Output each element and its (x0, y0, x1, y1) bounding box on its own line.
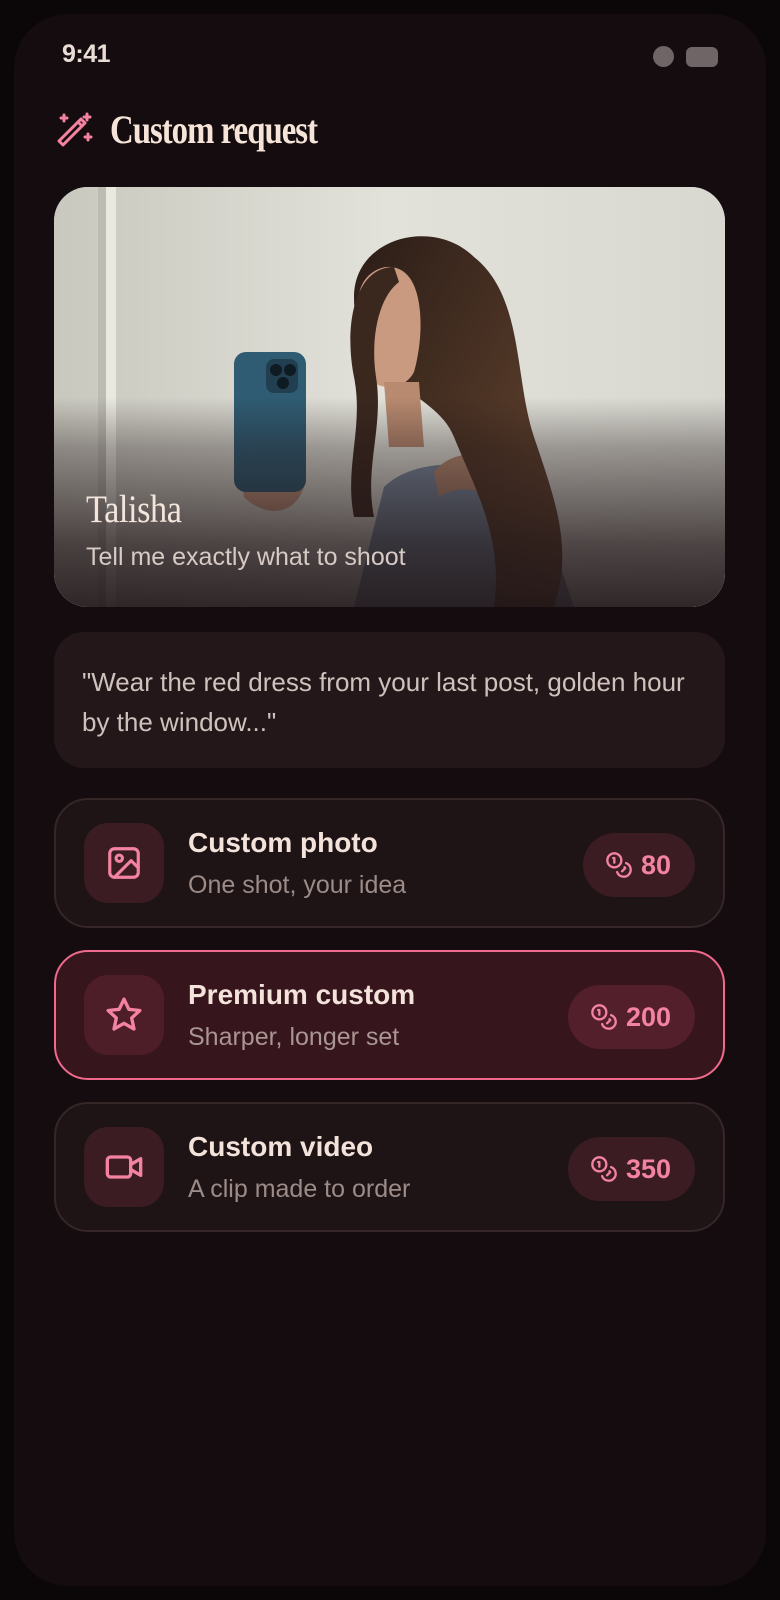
price-value: 80 (640, 849, 671, 880)
star-icon (106, 997, 142, 1031)
price-value: 200 (625, 1001, 671, 1032)
option-icon-wrap (84, 1127, 164, 1207)
request-example: "Wear the red dress from your last post,… (54, 632, 725, 768)
battery-icon (686, 46, 718, 67)
option-subtitle: One shot, your idea (188, 870, 407, 899)
page-header: Custom request (54, 106, 362, 153)
option-subtitle: A clip made to order (188, 1174, 411, 1203)
option-icon-wrap (84, 975, 164, 1055)
option-title: Custom video (188, 1130, 374, 1162)
option-custom-video[interactable]: Custom video A clip made to order 350 (54, 1102, 725, 1232)
creator-tagline: Tell me exactly what to shoot (86, 543, 406, 571)
page-title: Custom request (110, 107, 318, 152)
price-badge: 350 (567, 1137, 695, 1201)
camera-dot-icon (653, 46, 674, 67)
option-text: Custom video A clip made to order (188, 1131, 410, 1204)
option-icon-wrap (84, 823, 164, 903)
price-badge: 80 (582, 833, 695, 897)
creator-card[interactable]: Talisha Tell me exactly what to shoot (54, 187, 725, 607)
coins-icon (591, 1004, 617, 1030)
option-subtitle: Sharper, longer set (188, 1022, 400, 1051)
option-text: Premium custom Sharper, longer set (188, 979, 415, 1052)
option-text: Custom photo One shot, your idea (188, 827, 406, 900)
status-icons (653, 46, 718, 67)
creator-name: Talisha (86, 488, 182, 531)
option-premium-custom[interactable]: Premium custom Sharper, longer set 200 (54, 950, 725, 1080)
magic-wand-icon (57, 112, 93, 146)
coins-icon (606, 852, 632, 878)
option-title: Custom photo (188, 826, 378, 858)
price-badge: 200 (567, 985, 695, 1049)
phone-screen: 9:41 Custom request Talisha Tell me exac… (14, 14, 766, 1586)
coins-icon (591, 1156, 617, 1182)
option-title: Premium custom (188, 978, 416, 1010)
video-camera-icon (105, 1155, 143, 1179)
image-icon (108, 847, 140, 879)
status-time: 9:41 (62, 40, 111, 68)
option-custom-photo[interactable]: Custom photo One shot, your idea 80 (54, 798, 725, 928)
price-value: 350 (625, 1153, 671, 1184)
